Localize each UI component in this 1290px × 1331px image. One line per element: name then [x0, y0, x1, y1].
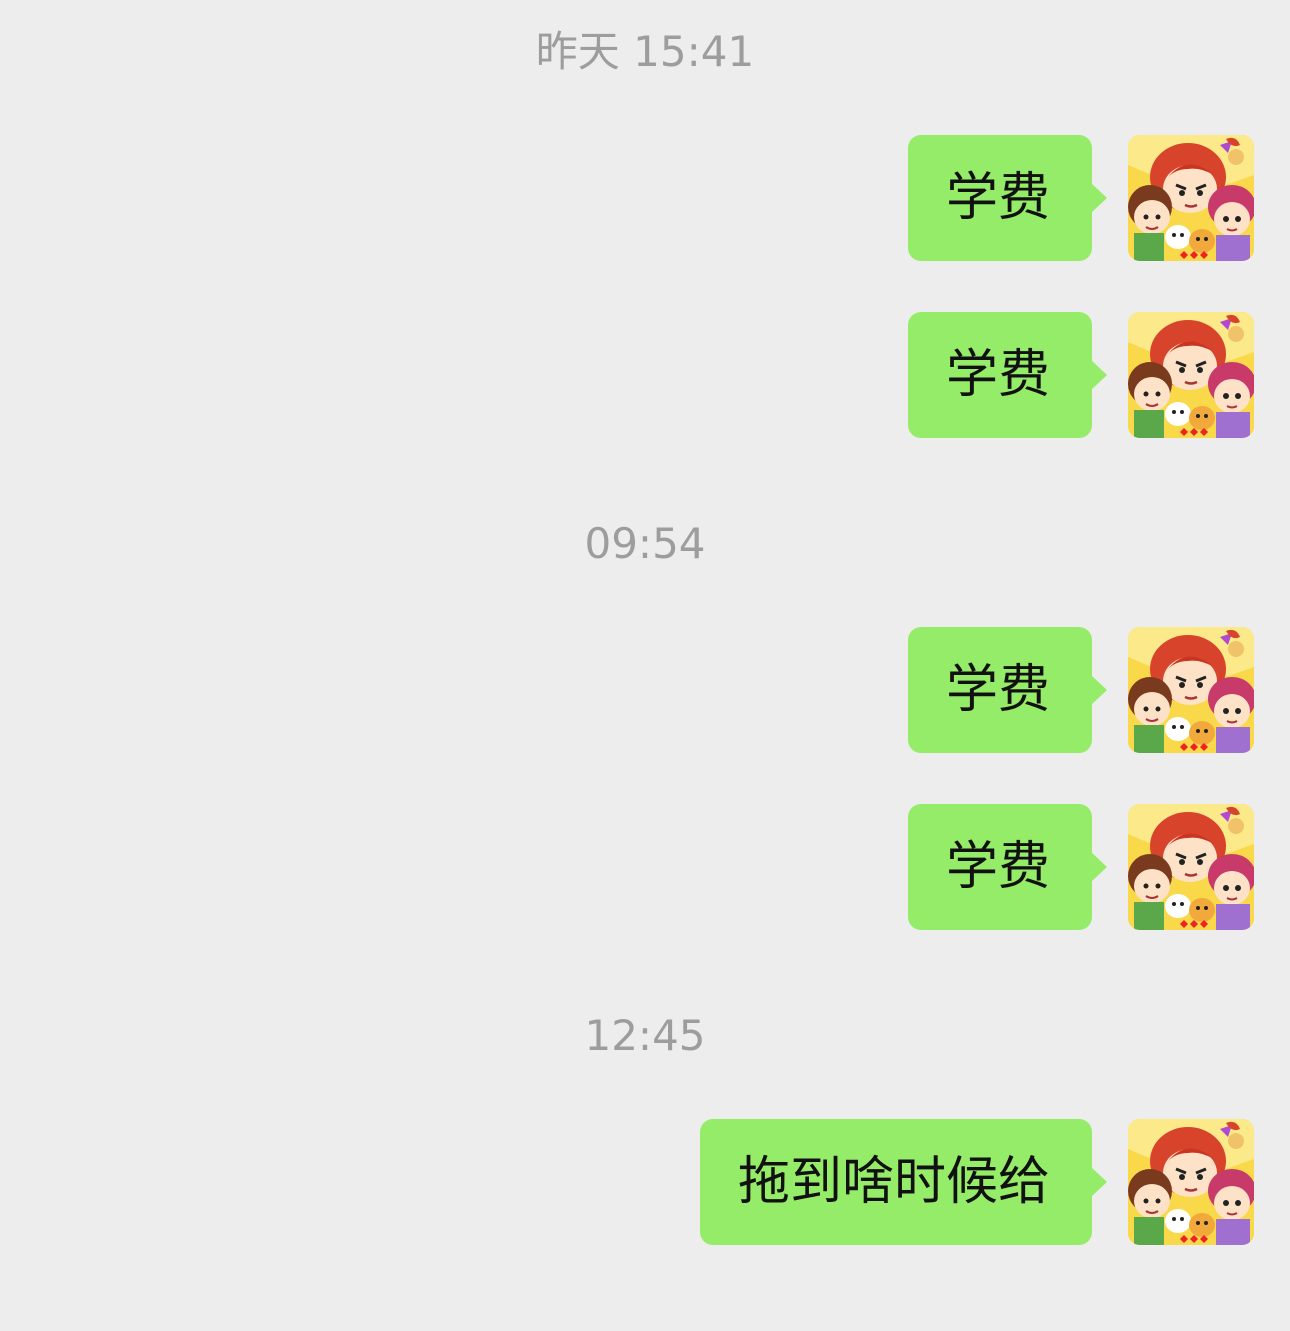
message-bubble[interactable]: 学费	[907, 804, 1107, 930]
timestamp-label: 12:45	[584, 1011, 706, 1060]
cartoon-group-avatar-icon[interactable]	[1128, 312, 1254, 438]
message-bubble[interactable]: 学费	[907, 135, 1107, 261]
message-bubble[interactable]: 拖到啥时候给	[699, 1119, 1107, 1245]
cartoon-group-avatar-icon[interactable]	[1128, 135, 1254, 261]
message-text: 学费	[945, 345, 1050, 405]
bubble-tail	[1091, 360, 1107, 390]
message-text: 学费	[945, 168, 1050, 228]
message-bubble[interactable]: 学费	[907, 627, 1107, 753]
bubble-tail	[1091, 675, 1107, 705]
cartoon-group-avatar-icon[interactable]	[1128, 627, 1254, 753]
message-text: 学费	[945, 660, 1050, 720]
cartoon-group-avatar-icon[interactable]	[1128, 804, 1254, 930]
message-text: 拖到啥时候给	[737, 1152, 1050, 1212]
message-bubble[interactable]: 学费	[907, 312, 1107, 438]
bubble-tail	[1091, 1167, 1107, 1197]
timestamp-label: 昨天 15:41	[535, 27, 755, 76]
timestamp-label: 09:54	[584, 519, 706, 568]
bubble-tail	[1091, 852, 1107, 882]
bubble-tail	[1091, 183, 1107, 213]
message-text: 学费	[945, 837, 1050, 897]
cartoon-group-avatar-icon[interactable]	[1128, 1119, 1254, 1245]
